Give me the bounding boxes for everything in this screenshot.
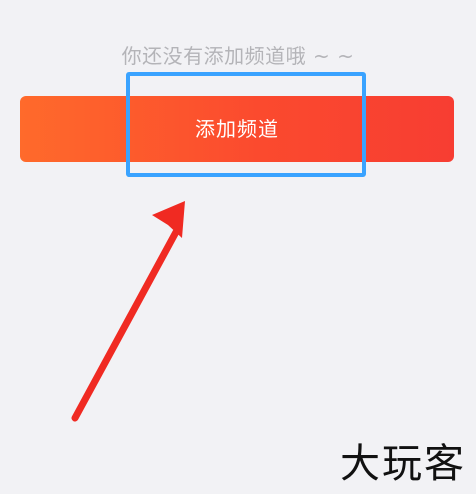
watermark-logo: 大玩客 (340, 441, 466, 487)
add-channel-button-label: 添加频道 (195, 117, 279, 141)
channel-empty-screen: 你还没有添加频道哦 ~ ~ 添加频道 大玩客 (0, 0, 476, 494)
arrow-head (152, 201, 185, 238)
add-channel-button[interactable]: 添加频道 (20, 96, 454, 162)
arrow-shaft (71, 228, 180, 422)
empty-state-message: 你还没有添加频道哦 ~ ~ (121, 44, 355, 68)
red-arrow-annotation (71, 201, 185, 422)
